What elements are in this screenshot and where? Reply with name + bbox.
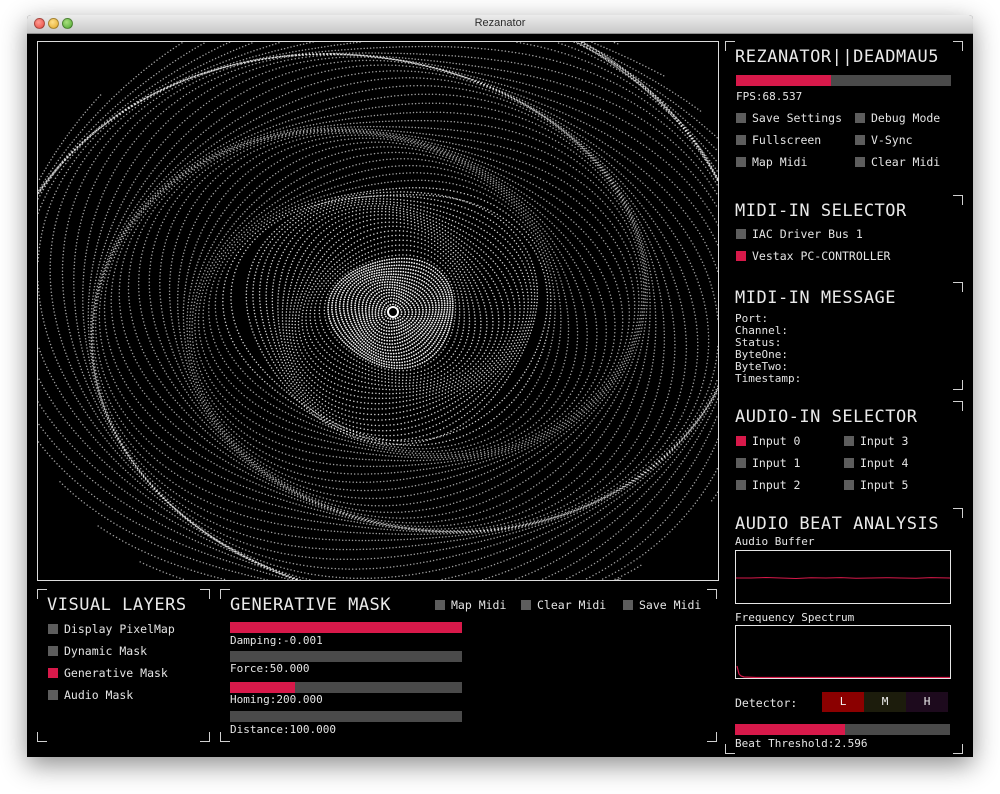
generative-mask-title: GENERATIVE MASK	[230, 595, 391, 615]
input-2-toggle[interactable]	[736, 480, 746, 490]
mask-clear-midi-toggle[interactable]	[521, 600, 531, 610]
mask-map-midi-label: Map Midi	[451, 598, 506, 612]
spectrum-line	[736, 665, 950, 679]
vsync-label: V-Sync	[871, 133, 913, 147]
save-settings-toggle[interactable]	[736, 113, 746, 123]
clear-midi-toggle[interactable]	[855, 157, 865, 167]
input-5-toggle[interactable]	[844, 480, 854, 490]
app-panel: REZANATOR||DEADMAU5 FPS:68.537 Save Sett…	[725, 41, 963, 181]
midi-selector-panel: MIDI-IN SELECTOR IAC Driver Bus 1 Vestax…	[725, 195, 963, 271]
midi-timestamp-field: Timestamp:	[735, 373, 801, 385]
frequency-spectrum-label: Frequency Spectrum	[735, 612, 854, 624]
distance-slider[interactable]	[230, 711, 462, 722]
debug-mode-toggle[interactable]	[855, 113, 865, 123]
input-4-toggle[interactable]	[844, 458, 854, 468]
homing-label: Homing:200.000	[230, 694, 323, 706]
beat-threshold-label: Beat Threshold:2.596	[735, 738, 867, 750]
mask-save-midi-toggle[interactable]	[623, 600, 633, 610]
beat-threshold-slider[interactable]	[735, 724, 950, 735]
mask-clear-midi-label: Clear Midi	[537, 598, 606, 612]
force-label: Force:50.000	[230, 663, 309, 675]
audio-selector-title: AUDIO-IN SELECTOR	[735, 407, 918, 427]
tunnel-visualization	[38, 42, 718, 580]
map-midi-label: Map Midi	[752, 155, 807, 169]
input-3-toggle[interactable]	[844, 436, 854, 446]
beat-analysis-panel: AUDIO BEAT ANALYSIS Audio Buffer Frequen…	[725, 508, 963, 754]
audio-buffer-scope	[735, 550, 951, 604]
audio-mask-toggle[interactable]	[48, 690, 58, 700]
generative-mask-panel: GENERATIVE MASK Map Midi Clear Midi Save…	[220, 589, 717, 742]
dynamic-mask-toggle[interactable]	[48, 646, 58, 656]
midi-device-iac-toggle[interactable]	[736, 229, 746, 239]
debug-mode-label: Debug Mode	[871, 111, 940, 125]
audio-selector-panel: AUDIO-IN SELECTOR Input 0 Input 3 Input …	[725, 401, 963, 503]
homing-slider[interactable]	[230, 682, 462, 693]
input-4-label: Input 4	[860, 456, 908, 470]
detector-label: Detector:	[735, 696, 797, 710]
visual-layers-title: VISUAL LAYERS	[47, 595, 187, 615]
input-0-label: Input 0	[752, 434, 800, 448]
audio-buffer-label: Audio Buffer	[735, 536, 814, 548]
audio-waveform	[736, 576, 951, 580]
generative-mask-toggle[interactable]	[48, 668, 58, 678]
clear-midi-label: Clear Midi	[871, 155, 940, 169]
display-pixelmap-toggle[interactable]	[48, 624, 58, 634]
dynamic-mask-label: Dynamic Mask	[64, 644, 147, 658]
app-content: REZANATOR||DEADMAU5 FPS:68.537 Save Sett…	[27, 34, 973, 757]
mask-save-midi-label: Save Midi	[639, 598, 701, 612]
frequency-spectrum-scope	[735, 625, 951, 679]
app-title: REZANATOR||DEADMAU5	[735, 47, 939, 67]
detector-mid-button[interactable]: M	[864, 692, 906, 712]
midi-device-iac-label: IAC Driver Bus 1	[752, 227, 863, 241]
fps-label: FPS:68.537	[736, 91, 802, 103]
midi-selector-title: MIDI-IN SELECTOR	[735, 201, 907, 221]
input-5-label: Input 5	[860, 478, 908, 492]
input-1-label: Input 1	[752, 456, 800, 470]
midi-message-title: MIDI-IN MESSAGE	[735, 288, 896, 308]
window-title: Rezanator	[27, 17, 973, 29]
save-settings-label: Save Settings	[752, 111, 842, 125]
waveform-line	[736, 576, 951, 580]
fps-meter	[736, 75, 951, 86]
display-pixelmap-label: Display PixelMap	[64, 622, 175, 636]
vsync-toggle[interactable]	[855, 135, 865, 145]
input-0-toggle[interactable]	[736, 436, 746, 446]
title-bar[interactable]: Rezanator	[27, 15, 973, 34]
midi-device-vestax-toggle[interactable]	[736, 251, 746, 261]
audio-mask-label: Audio Mask	[64, 688, 133, 702]
visualization-canvas[interactable]	[37, 41, 719, 581]
midi-device-vestax-label: Vestax PC-CONTROLLER	[752, 249, 890, 263]
input-2-label: Input 2	[752, 478, 800, 492]
fullscreen-label: Fullscreen	[752, 133, 821, 147]
damping-slider[interactable]	[230, 622, 462, 633]
detector-low-button[interactable]: L	[822, 692, 864, 712]
app-window: Rezanator REZANATOR||DEADMAU5 FPS:68.537…	[27, 15, 973, 757]
force-slider[interactable]	[230, 651, 462, 662]
tunnel-center	[387, 306, 399, 318]
generative-mask-label: Generative Mask	[64, 666, 168, 680]
visual-layers-panel: VISUAL LAYERS Display PixelMap Dynamic M…	[37, 589, 210, 742]
tunnel-dots	[38, 42, 718, 580]
beat-analysis-title: AUDIO BEAT ANALYSIS	[735, 514, 939, 534]
input-1-toggle[interactable]	[736, 458, 746, 468]
spectrum-plot	[736, 665, 950, 679]
input-3-label: Input 3	[860, 434, 908, 448]
fullscreen-toggle[interactable]	[736, 135, 746, 145]
distance-label: Distance:100.000	[230, 724, 336, 736]
mask-map-midi-toggle[interactable]	[435, 600, 445, 610]
damping-label: Damping:-0.001	[230, 635, 323, 647]
map-midi-toggle[interactable]	[736, 157, 746, 167]
detector-high-button[interactable]: H	[906, 692, 948, 712]
midi-message-panel: MIDI-IN MESSAGE Port: Channel: Status: B…	[725, 282, 963, 390]
